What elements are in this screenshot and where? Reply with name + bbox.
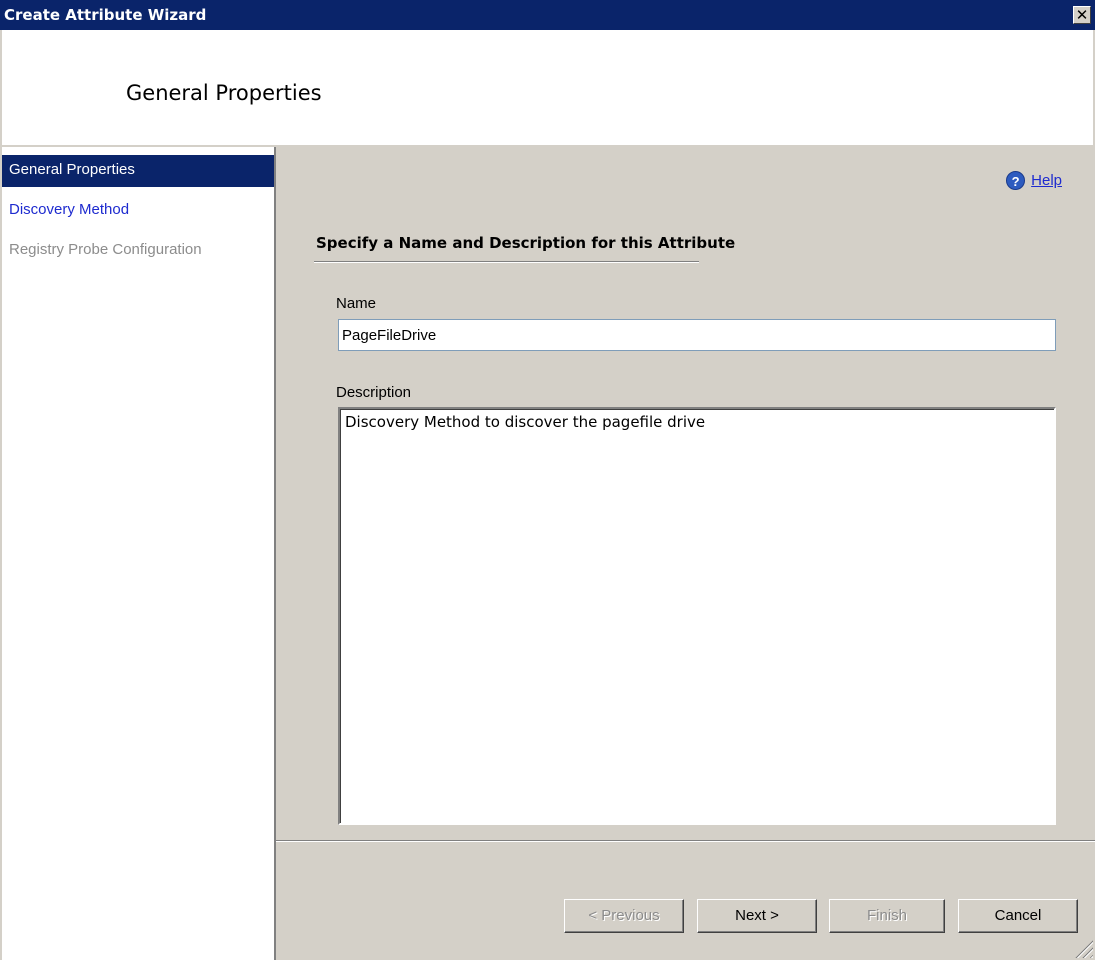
question-icon[interactable]: ? <box>1006 171 1026 190</box>
nav-item-label: General Properties <box>9 161 135 178</box>
description-textarea[interactable]: Discovery Method to discover the pagefil… <box>338 407 1056 825</box>
wizard-header: General Properties <box>2 30 1093 145</box>
title-bar[interactable]: Create Attribute Wizard ✕ <box>0 0 1095 30</box>
nav-item-label: Registry Probe Configuration <box>9 241 202 258</box>
section-title: Specify a Name and Description for this … <box>316 234 736 252</box>
nav-item-general-properties[interactable]: General Properties <box>2 155 274 187</box>
wizard-content: ? Help Specify a Name and Description fo… <box>276 147 1095 840</box>
next-button[interactable]: Next > <box>697 899 817 933</box>
name-input[interactable] <box>338 319 1056 351</box>
previous-button: < Previous <box>564 899 684 933</box>
description-label: Description <box>336 384 412 401</box>
close-icon: ✕ <box>1075 6 1089 24</box>
nav-item-discovery-method[interactable]: Discovery Method <box>2 195 274 227</box>
nav-item-registry-probe-configuration: Registry Probe Configuration <box>2 235 274 267</box>
name-label: Name <box>336 295 377 312</box>
page-title: General Properties <box>126 81 322 105</box>
nav-item-label: Discovery Method <box>9 201 130 218</box>
section-divider <box>314 261 699 263</box>
cancel-button[interactable]: Cancel <box>958 899 1078 933</box>
help-link[interactable]: Help <box>1031 172 1062 189</box>
window-title: Create Attribute Wizard <box>4 6 207 24</box>
finish-button: Finish <box>829 899 945 933</box>
create-attribute-wizard-window: Create Attribute Wizard ✕ General Proper… <box>0 0 1095 960</box>
close-button[interactable]: ✕ <box>1073 6 1091 24</box>
help-link-group[interactable]: ? Help <box>1006 171 1062 190</box>
resize-grip[interactable] <box>1075 940 1093 958</box>
footer-divider <box>276 840 1095 842</box>
wizard-steps-nav: General Properties Discovery Method Regi… <box>2 147 276 960</box>
